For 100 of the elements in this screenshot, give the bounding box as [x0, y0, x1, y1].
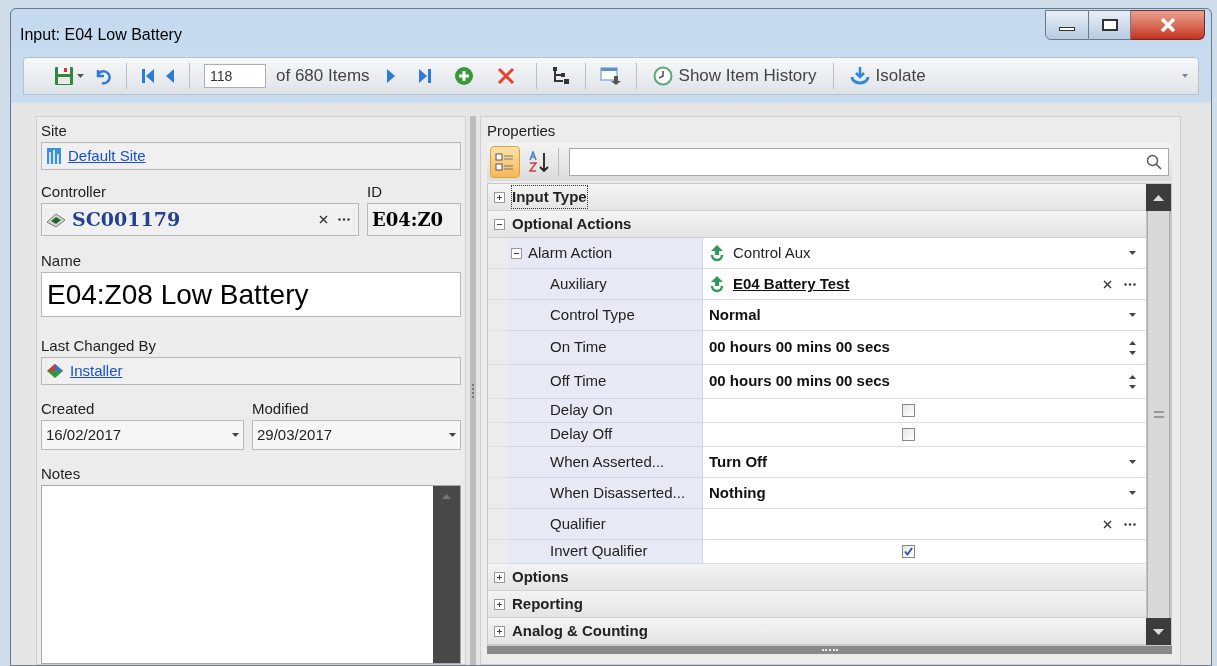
- more-icon[interactable]: [1124, 282, 1136, 286]
- dropdown-caret-icon[interactable]: [449, 432, 456, 438]
- panel-title: Properties: [487, 121, 557, 140]
- notes-field[interactable]: [41, 485, 461, 664]
- collapse-icon[interactable]: [511, 247, 522, 259]
- clear-icon[interactable]: [1103, 279, 1112, 289]
- category-header[interactable]: Options: [488, 564, 1146, 591]
- field-label: Site: [41, 121, 68, 139]
- expand-icon[interactable]: [494, 598, 505, 610]
- record-count: of 680 Items: [276, 65, 370, 88]
- undo-icon[interactable]: [94, 67, 112, 85]
- sort-az-icon: [528, 151, 550, 173]
- window-export-icon[interactable]: [599, 66, 622, 86]
- more-icon[interactable]: [1124, 522, 1136, 526]
- last-record-icon[interactable]: [417, 67, 432, 85]
- value-cell[interactable]: Normal: [703, 300, 1146, 331]
- more-icon[interactable]: [338, 218, 350, 221]
- overflow-caret-icon[interactable]: [1182, 74, 1188, 78]
- record-number-field[interactable]: 118: [204, 64, 266, 88]
- hierarchy-icon[interactable]: [550, 66, 571, 86]
- close-button[interactable]: [1131, 10, 1205, 40]
- category-label: Optional Actions: [512, 213, 632, 234]
- expand-icon[interactable]: [494, 625, 505, 637]
- field-label: Last Changed By: [41, 336, 158, 354]
- isolate-button[interactable]: Isolate: [847, 63, 928, 89]
- property-label: On Time: [550, 337, 607, 358]
- delete-icon[interactable]: [495, 66, 516, 86]
- auxiliary-link[interactable]: E04 Battery Test: [733, 272, 850, 296]
- user-group-icon: [46, 363, 64, 379]
- scrollbar[interactable]: [433, 486, 460, 663]
- property-label: Off Time: [550, 371, 607, 392]
- checkbox[interactable]: [902, 545, 915, 558]
- property-label: Invert Qualifier: [550, 541, 648, 562]
- field-label: Created: [41, 399, 96, 417]
- dropdown-caret-icon[interactable]: [1129, 313, 1136, 317]
- search-icon[interactable]: [1146, 154, 1162, 170]
- clock-icon: [652, 66, 673, 86]
- category-label: Analog & Counting: [512, 620, 648, 641]
- expand-icon[interactable]: [494, 571, 505, 583]
- site-field[interactable]: Default Site: [41, 142, 461, 170]
- maximize-button[interactable]: [1089, 10, 1131, 40]
- caret-icon[interactable]: [77, 73, 84, 79]
- value-cell[interactable]: 00 hours 00 mins 00 secs: [703, 365, 1146, 399]
- maximize-icon: [1101, 19, 1118, 31]
- property-label: Delay On: [550, 400, 613, 421]
- dropdown-caret-icon[interactable]: [232, 432, 239, 438]
- category-header[interactable]: Reporting: [488, 591, 1146, 618]
- first-record-icon[interactable]: [141, 67, 155, 85]
- value-cell[interactable]: Nothing: [703, 478, 1146, 509]
- property-value: Control Aux: [733, 242, 811, 263]
- scroll-up-icon[interactable]: [1153, 194, 1164, 201]
- dropdown-caret-icon[interactable]: [1129, 460, 1136, 464]
- save-icon[interactable]: [54, 66, 74, 86]
- value-cell[interactable]: Control Aux: [703, 238, 1146, 269]
- collapse-icon[interactable]: [494, 218, 505, 230]
- controller-link[interactable]: SC001179: [72, 205, 181, 234]
- value-cell[interactable]: Turn Off: [703, 447, 1146, 478]
- field-label: Modified: [252, 399, 310, 417]
- field-label: Controller: [41, 182, 108, 200]
- value-cell[interactable]: 00 hours 00 mins 00 secs: [703, 331, 1146, 365]
- category-header[interactable]: Input Type: [488, 184, 1146, 211]
- clear-icon[interactable]: [1103, 519, 1112, 529]
- next-icon[interactable]: [385, 67, 396, 85]
- last-changed-by-field[interactable]: Installer: [41, 357, 461, 385]
- scrollbar[interactable]: [1146, 184, 1171, 645]
- property-label: Control Type: [550, 304, 635, 325]
- window-title: Input: E04 Low Battery: [20, 25, 182, 45]
- property-value: Normal: [709, 304, 761, 325]
- modified-date-field[interactable]: 29/03/2017: [252, 420, 461, 450]
- spinner-icon[interactable]: [1129, 374, 1136, 389]
- add-icon[interactable]: [453, 66, 474, 86]
- isolate-icon: [849, 66, 870, 86]
- checkbox[interactable]: [902, 404, 915, 417]
- name-field[interactable]: E04:Z08 Low Battery: [41, 272, 461, 317]
- site-link[interactable]: Default Site: [68, 144, 146, 168]
- categorized-icon: [495, 152, 515, 172]
- field-label: ID: [367, 182, 383, 200]
- category-label: Options: [512, 566, 569, 587]
- show-item-history-button[interactable]: Show Item History: [650, 63, 819, 89]
- scroll-down-icon[interactable]: [1153, 628, 1164, 635]
- minimize-button[interactable]: [1045, 10, 1089, 40]
- id-field[interactable]: E04:Z0: [367, 203, 461, 236]
- category-header[interactable]: Optional Actions: [488, 211, 1146, 238]
- dropdown-caret-icon[interactable]: [1129, 491, 1136, 495]
- checkbox[interactable]: [902, 428, 915, 441]
- value-cell[interactable]: E04 Battery Test: [703, 269, 1146, 300]
- dropdown-caret-icon[interactable]: [1129, 251, 1136, 255]
- controller-field[interactable]: SC001179: [41, 203, 359, 236]
- created-date-field[interactable]: 16/02/2017: [41, 420, 244, 450]
- search-field[interactable]: [569, 148, 1169, 176]
- property-label: Delay Off: [550, 424, 613, 445]
- expand-icon[interactable]: [494, 191, 505, 203]
- scroll-thumb[interactable]: [1147, 211, 1170, 618]
- installer-link[interactable]: Installer: [70, 359, 123, 383]
- previous-icon[interactable]: [165, 67, 175, 85]
- category-header[interactable]: Analog & Counting: [488, 618, 1146, 645]
- field-label: Notes: [41, 464, 82, 482]
- spinner-icon[interactable]: [1129, 340, 1136, 355]
- clear-icon[interactable]: [319, 215, 328, 224]
- property-label: Qualifier: [550, 513, 606, 534]
